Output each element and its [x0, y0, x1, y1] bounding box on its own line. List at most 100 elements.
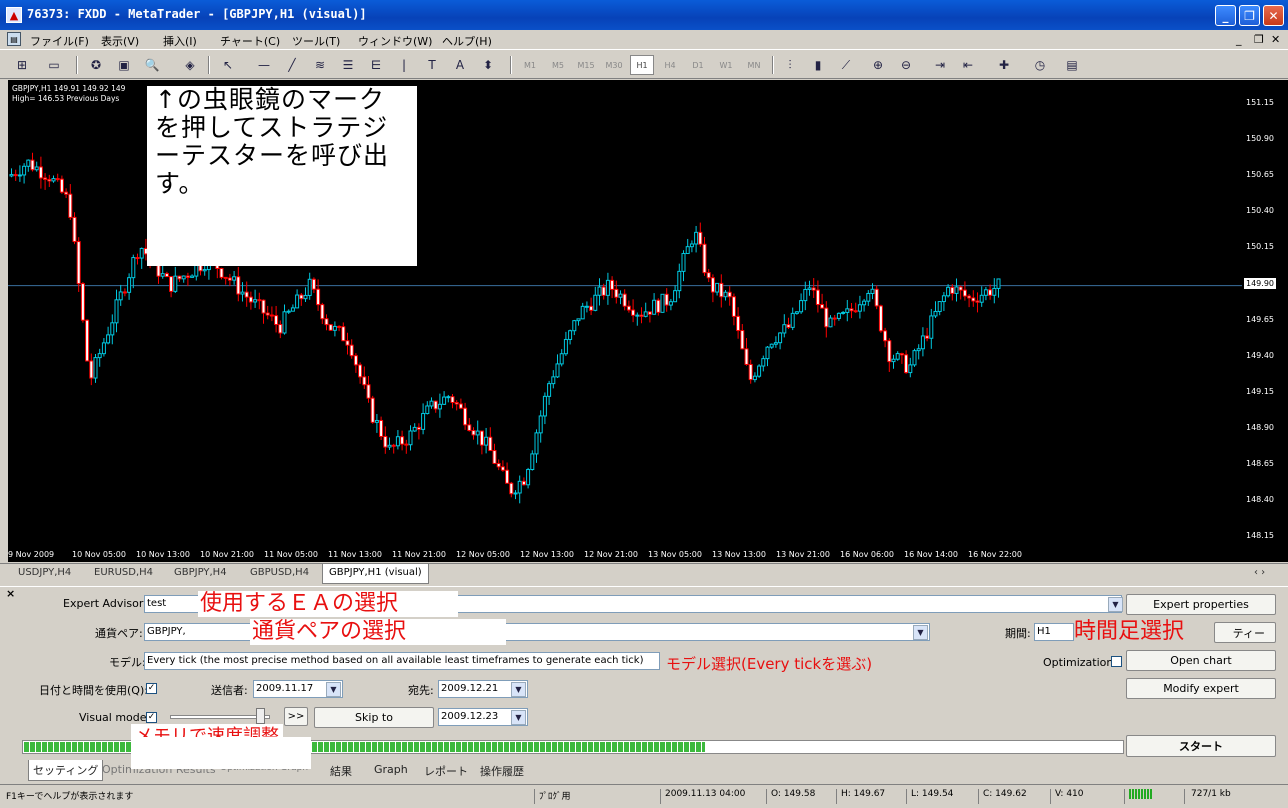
vertical-line-icon[interactable]: |: [394, 55, 414, 75]
open-chart-button[interactable]: Open chart: [1126, 650, 1276, 671]
speed-slider-track[interactable]: [170, 715, 270, 719]
arrows-icon[interactable]: ⬍: [478, 55, 498, 75]
expert-advisors-icon[interactable]: ◈: [180, 55, 200, 75]
optimization-checkbox[interactable]: [1111, 656, 1122, 667]
fast-forward-button[interactable]: >>: [284, 707, 308, 726]
line-chart-icon[interactable]: ⟋: [836, 55, 856, 75]
menu-help[interactable]: ヘルプ(H): [442, 33, 492, 49]
document-icon[interactable]: ▤: [7, 32, 21, 46]
bear-candle: [988, 289, 993, 296]
tab-gbpusd-h4[interactable]: GBPUSD,H4: [250, 567, 309, 578]
time-label: 10 Nov 13:00: [136, 550, 190, 559]
menu-tools[interactable]: ツール(T): [292, 33, 340, 49]
periods-icon[interactable]: ◷: [1030, 55, 1050, 75]
bull-candle: [828, 317, 833, 328]
tf-m30[interactable]: M30: [602, 55, 626, 75]
autoscroll-icon[interactable]: ⇥: [930, 55, 950, 75]
fibo-fan-icon[interactable]: ⋿: [366, 55, 386, 75]
from-date-dropdown-icon[interactable]: ▼: [326, 682, 341, 697]
tab-usdjpy-h4[interactable]: USDJPY,H4: [18, 567, 71, 578]
bull-candle: [51, 178, 56, 182]
mdi-minimize-icon[interactable]: _: [1236, 33, 1242, 46]
zoom-out-icon[interactable]: ⊖: [896, 55, 916, 75]
market-watch-icon[interactable]: ✪: [86, 55, 106, 75]
period-select[interactable]: H1: [1034, 623, 1074, 641]
tab-results[interactable]: 結果: [330, 763, 352, 779]
tf-w1[interactable]: W1: [714, 55, 738, 75]
label-icon[interactable]: A: [450, 55, 470, 75]
bull-candle: [694, 231, 699, 245]
bear-candle: [38, 166, 43, 179]
bear-candle: [30, 159, 35, 171]
bear-candle: [463, 407, 468, 426]
minimize-button[interactable]: _: [1215, 5, 1236, 26]
mdi-restore-icon[interactable]: ❐: [1254, 33, 1264, 46]
bull-candle: [17, 174, 22, 177]
trendline-icon[interactable]: ╱: [282, 55, 302, 75]
tab-journal[interactable]: 操作履歴: [480, 763, 524, 779]
to-date-dropdown-icon[interactable]: ▼: [511, 682, 526, 697]
tf-d1[interactable]: D1: [686, 55, 710, 75]
modify-expert-button[interactable]: Modify expert: [1126, 678, 1276, 699]
bar-chart-icon[interactable]: ⫶: [780, 55, 800, 75]
new-chart-icon[interactable]: ⊞: [12, 55, 32, 75]
skip-to-dropdown-icon[interactable]: ▼: [511, 710, 526, 725]
zoom-in-icon[interactable]: ⊕: [868, 55, 888, 75]
channel-icon[interactable]: ≋: [310, 55, 330, 75]
bull-candle: [857, 304, 862, 312]
indicators-icon[interactable]: ✚: [994, 55, 1014, 75]
skip-to-button[interactable]: Skip to: [314, 707, 434, 728]
mdi-close-icon[interactable]: ✕: [1271, 33, 1280, 46]
tf-m15[interactable]: M15: [574, 55, 598, 75]
close-button[interactable]: ✕: [1263, 5, 1284, 26]
chart-shift-icon[interactable]: ⇤: [958, 55, 978, 75]
tf-h1[interactable]: H1: [630, 55, 654, 75]
strategy-tester-icon[interactable]: 🔍: [142, 55, 162, 75]
bull-candle: [160, 273, 165, 277]
bear-candle: [59, 178, 64, 193]
ea-dropdown-icon[interactable]: ▼: [1108, 597, 1123, 612]
speed-slider-thumb[interactable]: [256, 708, 265, 724]
tf-m5[interactable]: M5: [546, 55, 570, 75]
use-date-checkbox[interactable]: ✓: [146, 683, 157, 694]
symbol-properties-button[interactable]: ティー: [1214, 622, 1276, 643]
optimization-label: Optimization: [1043, 656, 1114, 669]
text-icon[interactable]: T: [422, 55, 442, 75]
menu-view[interactable]: 表示(V): [101, 33, 139, 49]
menu-chart[interactable]: チャート(C): [220, 33, 280, 49]
restore-button[interactable]: ❐: [1239, 5, 1260, 26]
model-select[interactable]: Every tick (the most precise method base…: [144, 652, 660, 670]
panel-close-icon[interactable]: ×: [6, 587, 15, 600]
time-label: 11 Nov 21:00: [392, 550, 446, 559]
visual-mode-checkbox[interactable]: ✓: [146, 712, 157, 723]
time-label: 12 Nov 13:00: [520, 550, 574, 559]
tab-gbpjpy-h4[interactable]: GBPJPY,H4: [174, 567, 227, 578]
tab-report[interactable]: レポート: [424, 763, 468, 779]
symbol-dropdown-icon[interactable]: ▼: [913, 625, 928, 640]
navigator-icon[interactable]: ▣: [114, 55, 134, 75]
menu-insert[interactable]: 挿入(I): [163, 33, 197, 49]
menu-window[interactable]: ウィンドウ(W): [358, 33, 432, 49]
bull-candle: [597, 286, 602, 296]
tab-eurusd-h4[interactable]: EURUSD,H4: [94, 567, 153, 578]
tf-mn[interactable]: MN: [742, 55, 766, 75]
bull-candle: [22, 165, 27, 176]
horizontal-line-icon[interactable]: —: [254, 55, 274, 75]
tab-scroll-arrows[interactable]: ‹ ›: [1254, 567, 1265, 578]
start-button[interactable]: スタート: [1126, 735, 1276, 757]
tab-graph[interactable]: Graph: [374, 763, 408, 776]
templates-icon[interactable]: ▤: [1062, 55, 1082, 75]
menu-file[interactable]: ファイル(F): [30, 33, 89, 49]
bear-candle: [47, 178, 52, 182]
profiles-icon[interactable]: ▭: [44, 55, 64, 75]
bear-candle: [824, 307, 829, 328]
bear-candle: [631, 309, 636, 316]
fibonacci-icon[interactable]: ☰: [338, 55, 358, 75]
cursor-icon[interactable]: ↖: [218, 55, 238, 75]
tab-gbpjpy-h1-visual[interactable]: GBPJPY,H1 (visual): [322, 564, 429, 584]
tf-h4[interactable]: H4: [658, 55, 682, 75]
expert-properties-button[interactable]: Expert properties: [1126, 594, 1276, 615]
tf-m1[interactable]: M1: [518, 55, 542, 75]
candlestick-icon[interactable]: ▮: [808, 55, 828, 75]
tab-settings[interactable]: セッティング: [28, 760, 104, 781]
